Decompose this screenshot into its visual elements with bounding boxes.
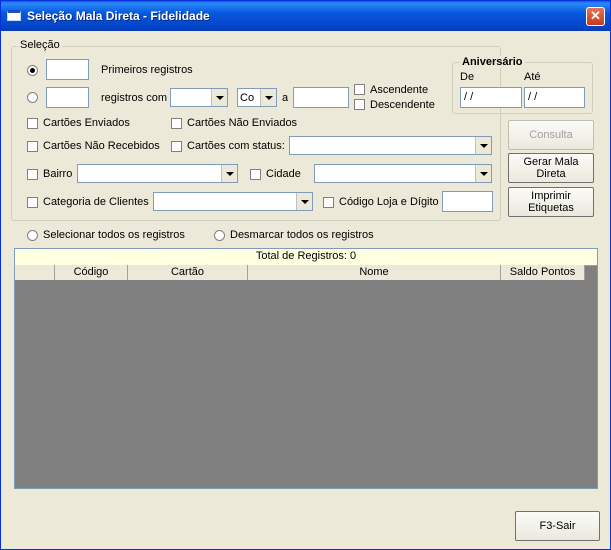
ascendente-label: Ascendente (370, 84, 429, 96)
a-label: a (282, 92, 289, 104)
title-bar[interactable]: Seleção Mala Direta - Fidelidade ✕ (1, 1, 610, 31)
aniversario-de-input[interactable]: / / (460, 87, 522, 108)
categoria-clientes-checkbox[interactable] (27, 197, 38, 208)
cartoes-nao-recebidos-label: Cartões Não Recebidos (43, 140, 160, 152)
selecionar-todos-radio[interactable] (27, 230, 38, 241)
chevron-down-icon[interactable] (475, 165, 491, 182)
codigo-loja-input[interactable] (442, 191, 493, 212)
window-title: Seleção Mala Direta - Fidelidade (27, 9, 210, 23)
cidade-label: Cidade (266, 168, 301, 180)
selecionar-todos-label: Selecionar todos os registros (43, 229, 185, 241)
cartoes-nao-recebidos-checkbox[interactable] (27, 141, 38, 152)
chevron-down-icon[interactable] (260, 89, 276, 106)
cartoes-enviados-checkbox[interactable] (27, 118, 38, 129)
imprimir-label-1: Imprimir (531, 190, 571, 202)
cidade-checkbox[interactable] (250, 169, 261, 180)
records-grid[interactable]: Total de Registros: 0 Código Cartão Nome… (14, 248, 598, 489)
column-header-nome[interactable]: Nome (248, 265, 501, 280)
bairro-label: Bairro (43, 168, 73, 180)
codigo-loja-label: Código Loja e Dígito (339, 196, 439, 208)
registros-com-label: registros com (101, 92, 168, 104)
chevron-down-icon[interactable] (296, 193, 312, 210)
row-selector-header (15, 265, 55, 280)
gerar-mala-direta-button[interactable]: Gerar Mala Direta (508, 153, 594, 183)
cartoes-enviados-label: Cartões Enviados (43, 117, 130, 129)
column-header-saldo-pontos[interactable]: Saldo Pontos (501, 265, 585, 280)
operator-select[interactable]: Co (237, 88, 277, 107)
desmarcar-todos-label: Desmarcar todos os registros (230, 229, 374, 241)
descendente-label: Descendente (370, 99, 435, 111)
gerar-mala-label-2: Direta (536, 168, 566, 180)
column-header-codigo[interactable]: Código (55, 265, 128, 280)
primeiros-registros-radio[interactable] (27, 65, 38, 76)
operator-value: Co (240, 92, 255, 104)
window-icon (7, 10, 21, 21)
registros-com-input[interactable] (46, 87, 89, 108)
main-window: Seleção Mala Direta - Fidelidade ✕ Seleç… (0, 0, 611, 550)
ate-label: Até (524, 71, 541, 83)
gerar-mala-label-1: Gerar Mala (523, 156, 579, 168)
close-button[interactable]: ✕ (586, 7, 605, 26)
imprimir-etiquetas-button[interactable]: Imprimir Etiquetas (508, 187, 594, 217)
aniversario-legend: Aniversário (460, 56, 525, 68)
desmarcar-todos-radio[interactable] (214, 230, 225, 241)
registros-com-radio[interactable] (27, 92, 38, 103)
categoria-clientes-label: Categoria de Clientes (43, 196, 149, 208)
cartoes-com-status-checkbox[interactable] (171, 141, 182, 152)
ascendente-checkbox[interactable] (354, 84, 365, 95)
cartoes-nao-enviados-checkbox[interactable] (171, 118, 182, 129)
total-registros: Total de Registros: 0 (15, 249, 597, 266)
codigo-loja-checkbox[interactable] (323, 197, 334, 208)
aniversario-ate-input[interactable]: / / (524, 87, 585, 108)
chevron-down-icon[interactable] (221, 165, 237, 182)
categoria-select[interactable] (153, 192, 313, 211)
status-select[interactable] (289, 136, 492, 155)
selecao-legend: Seleção (18, 39, 62, 51)
registros-to-input[interactable] (293, 87, 349, 108)
bairro-checkbox[interactable] (27, 169, 38, 180)
de-label: De (460, 71, 475, 83)
imprimir-label-2: Etiquetas (528, 202, 574, 214)
primeiros-registros-label: Primeiros registros (101, 64, 193, 76)
bairro-select[interactable] (77, 164, 238, 183)
sair-button[interactable]: F3-Sair (515, 511, 600, 541)
cartoes-nao-enviados-label: Cartões Não Enviados (187, 117, 298, 129)
chevron-down-icon[interactable] (211, 89, 227, 106)
registros-field-select[interactable] (170, 88, 228, 107)
column-header-cartao[interactable]: Cartão (128, 265, 248, 280)
chevron-down-icon[interactable] (475, 137, 491, 154)
cidade-select[interactable] (314, 164, 492, 183)
descendente-checkbox[interactable] (354, 99, 365, 110)
cartoes-com-status-label: Cartões com status: (187, 140, 285, 152)
grid-header: Código Cartão Nome Saldo Pontos (15, 265, 585, 281)
primeiros-registros-input[interactable] (46, 59, 89, 80)
consulta-button[interactable]: Consulta (508, 120, 594, 150)
